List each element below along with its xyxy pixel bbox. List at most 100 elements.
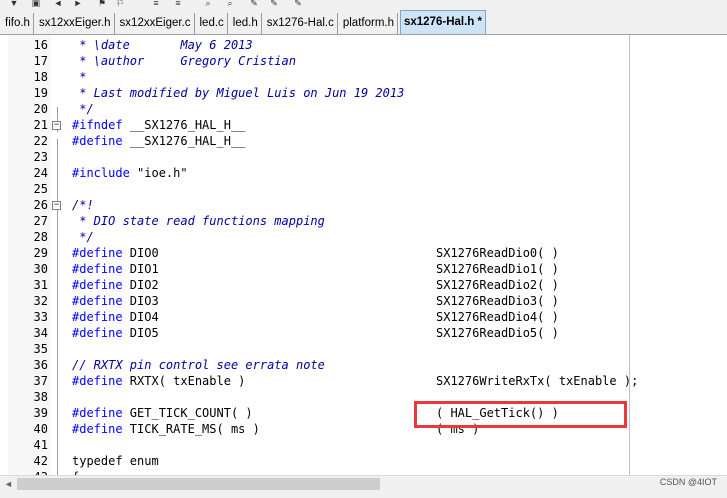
macro-value: SX1276ReadDio0( ) — [436, 246, 559, 260]
code-line[interactable]: 37 #define RXTX( txEnable ) SX1276WriteRxT… — [0, 373, 727, 389]
comment-icon[interactable]: ✎ — [248, 0, 260, 7]
save-icon[interactable]: ▣ — [30, 0, 42, 7]
code-line[interactable]: 19 * Last modified by Miguel Luis on Jun… — [0, 85, 727, 101]
file-tab-bar: fifo.h sx12xxEiger.h sx12xxEiger.c led.c… — [0, 8, 727, 35]
code-rest: DIO3 — [122, 294, 159, 308]
code-rest: TICK_RATE_MS( ms ) — [122, 422, 260, 436]
code-line[interactable]: 18 * — [0, 69, 727, 85]
code-line[interactable]: 32 #define DIO3 SX1276ReadDio3( ) — [0, 293, 727, 309]
line-number: 36 — [33, 358, 48, 372]
line-number: 42 — [33, 454, 48, 468]
code-line[interactable]: 27 * DIO state read functions mapping — [0, 213, 727, 229]
line-number: 31 — [33, 278, 48, 292]
format-icon[interactable]: ✎ — [292, 0, 304, 7]
line-number: 24 — [33, 166, 48, 180]
line-number: 16 — [33, 38, 48, 52]
code-text: #define DIO4 — [72, 309, 159, 325]
code-rest: "ioe.h" — [129, 166, 188, 180]
code-text: #define DIO5 — [72, 325, 159, 341]
code-text: */ — [72, 230, 94, 244]
code-text: // RXTX pin control see errata note — [72, 358, 325, 372]
code-line[interactable]: 30 #define DIO1 SX1276ReadDio1( ) — [0, 261, 727, 277]
code-line[interactable]: 36 // RXTX pin control see errata note — [0, 357, 727, 373]
code-text: typedef enum — [72, 454, 159, 468]
line-number: 23 — [33, 150, 48, 164]
code-line[interactable]: 26 /*! — [0, 197, 727, 213]
back-icon[interactable]: ◄ — [52, 0, 64, 7]
tab-sx1276-hal-h[interactable]: sx1276-Hal.h * — [400, 10, 486, 34]
line-number: 22 — [33, 134, 48, 148]
preprocessor-keyword: #define — [72, 406, 123, 420]
code-rest: DIO4 — [122, 310, 159, 324]
code-line[interactable]: 22 #define __SX1276_HAL_H__ — [0, 133, 727, 149]
watermark: CSDN @4IOT — [659, 477, 717, 487]
fold-toggle-icon[interactable]: − — [52, 201, 61, 210]
preprocessor-keyword: #define — [72, 246, 123, 260]
tab-sx12xxeiger-h[interactable]: sx12xxEiger.h — [36, 13, 115, 34]
code-text: #define DIO1 — [72, 261, 159, 277]
code-line[interactable]: 20 */ — [0, 101, 727, 117]
replace-icon[interactable]: ⌕ — [224, 0, 236, 7]
code-line[interactable]: 23 — [0, 149, 727, 165]
tab-fifo-h[interactable]: fifo.h — [2, 13, 34, 34]
annotation-highlight-box — [414, 401, 627, 428]
line-number: 27 — [33, 214, 48, 228]
status-strip — [0, 492, 727, 498]
code-text: #define DIO0 — [72, 245, 159, 261]
code-rest: __SX1276_HAL_H__ — [122, 118, 246, 132]
line-number: 21 — [33, 118, 48, 132]
macro-value: SX1276ReadDio1( ) — [436, 262, 559, 276]
toolbar: ▼ ▣ ◄ ► ⚑ ⚐ ≡ ≡ ⌕ ⌕ ✎ ✎ ✎ — [0, 0, 727, 8]
code-line[interactable]: 34 #define DIO5 SX1276ReadDio5( ) — [0, 325, 727, 341]
code-text: #define TICK_RATE_MS( ms ) — [72, 421, 260, 437]
tab-led-c[interactable]: led.c — [197, 13, 228, 34]
code-line[interactable]: 24 #include "ioe.h" — [0, 165, 727, 181]
uncomment-icon[interactable]: ✎ — [268, 0, 280, 7]
bookmark-icon[interactable]: ⚑ — [96, 0, 108, 7]
code-line[interactable]: 41 — [0, 437, 727, 453]
macro-value: SX1276ReadDio2( ) — [436, 278, 559, 292]
code-rest: __SX1276_HAL_H__ — [122, 134, 246, 148]
line-number: 41 — [33, 438, 48, 452]
line-number: 19 — [33, 86, 48, 100]
outdent-icon[interactable]: ≡ — [172, 0, 184, 7]
line-number: 32 — [33, 294, 48, 308]
tab-led-h[interactable]: led.h — [230, 13, 262, 34]
find-icon[interactable]: ⌕ — [202, 0, 214, 7]
macro-value: SX1276ReadDio3( ) — [436, 294, 559, 308]
horizontal-scrollbar[interactable]: ◄ — [0, 475, 727, 492]
code-line[interactable]: 28 */ — [0, 229, 727, 245]
macro-value: SX1276ReadDio4( ) — [436, 310, 559, 324]
line-number: 25 — [33, 182, 48, 196]
code-line[interactable]: 17 * \author Gregory Cristian — [0, 53, 727, 69]
line-number: 29 — [33, 246, 48, 260]
code-text: #define DIO2 — [72, 277, 159, 293]
line-number: 39 — [33, 406, 48, 420]
code-line[interactable]: 31 #define DIO2 SX1276ReadDio2( ) — [0, 277, 727, 293]
code-rest: RXTX( txEnable ) — [122, 374, 246, 388]
line-number: 33 — [33, 310, 48, 324]
code-line[interactable]: 16 * \date May 6 2013 — [0, 37, 727, 53]
forward-icon[interactable]: ► — [72, 0, 84, 7]
code-line[interactable]: 35 — [0, 341, 727, 357]
line-number: 20 — [33, 102, 48, 116]
scroll-left-icon[interactable]: ◄ — [1, 477, 16, 491]
macro-value: SX1276ReadDio5( ) — [436, 326, 559, 340]
indent-icon[interactable]: ≡ — [150, 0, 162, 7]
code-line[interactable]: 25 — [0, 181, 727, 197]
tab-platform-h[interactable]: platform.h — [340, 13, 398, 34]
code-line[interactable]: 42 typedef enum — [0, 453, 727, 469]
code-line[interactable]: 33 #define DIO4 SX1276ReadDio4( ) — [0, 309, 727, 325]
code-line[interactable]: 29 #define DIO0 SX1276ReadDio0( ) — [0, 245, 727, 261]
scrollbar-thumb[interactable] — [17, 478, 380, 490]
bookmark-next-icon[interactable]: ⚐ — [114, 0, 126, 7]
code-line[interactable]: 21 #ifndef __SX1276_HAL_H__ — [0, 117, 727, 133]
preprocessor-keyword: #define — [72, 134, 123, 148]
debug-icon[interactable]: ▼ — [8, 0, 20, 7]
code-text: #define __SX1276_HAL_H__ — [72, 133, 245, 149]
line-number: 37 — [33, 374, 48, 388]
tab-sx12xxeiger-c[interactable]: sx12xxEiger.c — [117, 13, 195, 34]
tab-sx1276-hal-c[interactable]: sx1276-Hal.c — [264, 13, 338, 34]
code-text: */ — [72, 102, 94, 116]
fold-toggle-icon[interactable]: − — [52, 121, 61, 130]
